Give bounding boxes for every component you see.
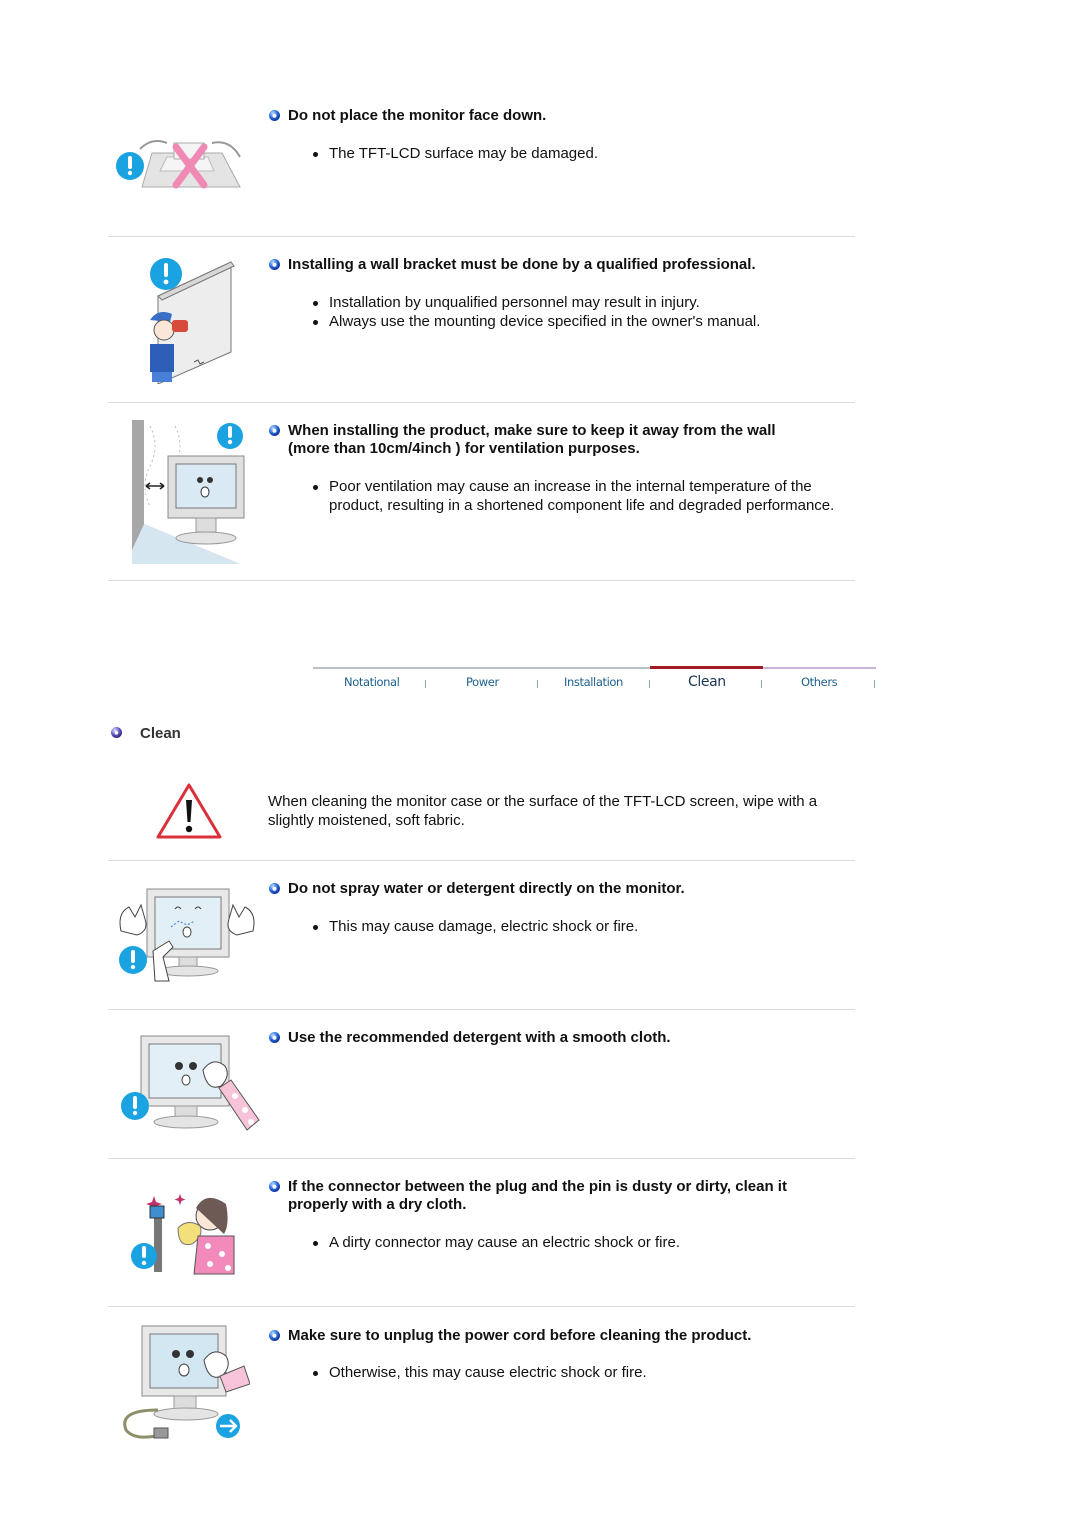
divider: [108, 402, 855, 403]
tab-active-indicator: [650, 666, 763, 669]
tab-others[interactable]: Others: [801, 675, 838, 689]
wall-ventilation-gap-illustration: [130, 420, 250, 564]
list-item: Installation by unqualified personnel ma…: [312, 294, 842, 313]
divider: [108, 1158, 855, 1159]
unplug-before-cleaning-illustration: [118, 1320, 251, 1444]
dot-bullet-icon: [313, 319, 318, 325]
dot-bullet-icon: [313, 925, 318, 930]
item-heading: Make sure to unplug the power cord befor…: [268, 1327, 858, 1345]
monitor-face-down-illustration: [112, 135, 248, 195]
divider: [108, 1306, 855, 1307]
divider: [108, 580, 855, 581]
list-item: This may cause damage, electric shock or…: [312, 918, 842, 937]
list-item: Poor ventilation may cause an increase i…: [312, 478, 837, 515]
tab-bar-line: [313, 667, 650, 669]
bullet-list: The TFT-LCD surface may be damaged.: [312, 145, 842, 164]
round-bullet-icon: [269, 259, 280, 270]
warning-triangle-icon: [155, 782, 223, 840]
round-bullet-icon: [269, 425, 280, 436]
dot-bullet-icon: [313, 301, 318, 306]
section-tab-bar: Notational Power Installation Clean Othe…: [313, 666, 876, 697]
dot-bullet-icon: [313, 152, 318, 157]
tab-separator: [425, 680, 426, 688]
divider: [108, 236, 855, 237]
divider: [108, 860, 855, 861]
tab-separator: [874, 680, 875, 688]
tab-separator: [761, 680, 762, 688]
round-bullet-icon: [269, 883, 280, 894]
round-bullet-icon: [269, 110, 280, 121]
item-heading: When installing the product, make sure t…: [268, 422, 858, 458]
round-bullet-icon: [269, 1032, 280, 1043]
item-heading: Do not spray water or detergent directly…: [268, 880, 858, 898]
list-item: Always use the mounting device specified…: [312, 313, 842, 332]
divider: [108, 1009, 855, 1010]
bullet-list: Poor ventilation may cause an increase i…: [312, 478, 837, 515]
dot-bullet-icon: [313, 485, 318, 490]
wall-bracket-installer-illustration: [136, 252, 240, 385]
tab-installation[interactable]: Installation: [564, 675, 623, 689]
list-item: A dirty connector may cause an electric …: [312, 1234, 842, 1253]
bullet-list: A dirty connector may cause an electric …: [312, 1234, 842, 1253]
bullet-list: Otherwise, this may cause electric shock…: [312, 1364, 842, 1383]
round-bullet-icon: [269, 1181, 280, 1192]
list-item: The TFT-LCD surface may be damaged.: [312, 145, 842, 164]
tab-clean[interactable]: Clean: [688, 674, 726, 690]
dot-bullet-icon: [313, 1371, 318, 1376]
item-heading: Installing a wall bracket must be done b…: [268, 256, 858, 274]
round-bullet-icon: [269, 1330, 280, 1341]
bullet-list: Installation by unqualified personnel ma…: [312, 294, 842, 331]
tab-power[interactable]: Power: [466, 675, 499, 689]
item-heading: Use the recommended detergent with a smo…: [268, 1029, 858, 1047]
dot-bullet-icon: [313, 1241, 318, 1246]
section-title: Clean: [110, 725, 181, 742]
item-heading: Do not place the monitor face down.: [268, 107, 858, 125]
bullet-list: This may cause damage, electric shock or…: [312, 918, 842, 937]
clean-plug-connector-illustration: [128, 1188, 248, 1278]
list-item: Otherwise, this may cause electric shock…: [312, 1364, 842, 1383]
tab-separator: [649, 680, 650, 688]
item-heading: If the connector between the plug and th…: [268, 1178, 858, 1214]
tab-separator: [537, 680, 538, 688]
tab-notational[interactable]: Notational: [344, 675, 400, 689]
section-bullet-icon: [111, 727, 122, 738]
tab-bar-line: [763, 667, 876, 669]
wipe-monitor-cloth-illustration: [115, 1030, 260, 1135]
spray-monitor-illustration: [115, 887, 260, 984]
section-intro: When cleaning the monitor case or the su…: [268, 793, 818, 829]
